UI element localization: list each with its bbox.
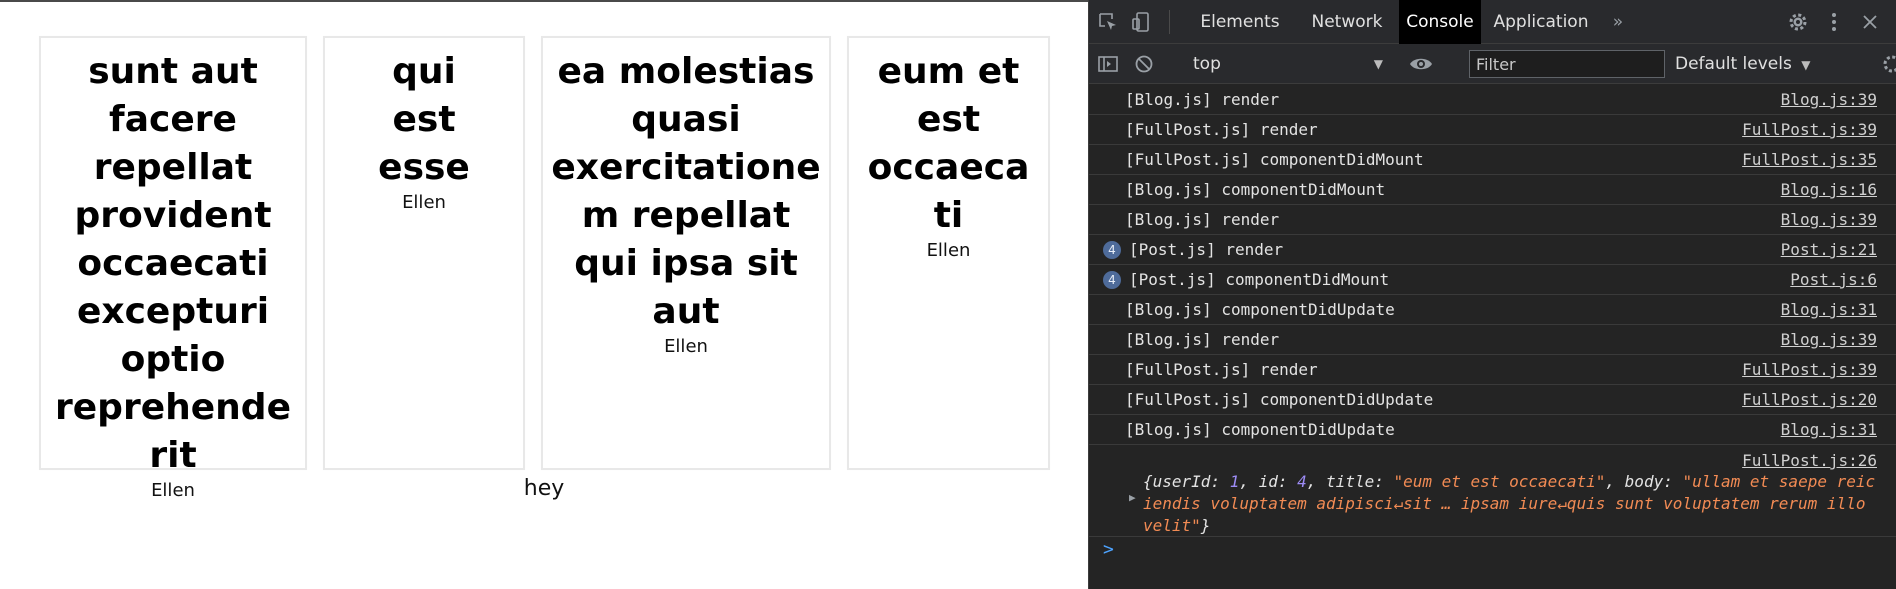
object-key: userId: [1152,472,1230,491]
console-message: 4 [Post.js] componentDidMount Post.js:6 [1089,265,1896,295]
log-text: [FullPost.js] render [1125,120,1318,139]
console-message: [FullPost.js] render FullPost.js:39 [1089,355,1896,385]
tab-elements[interactable]: Elements [1185,0,1295,44]
source-link[interactable]: Blog.js:39 [1781,205,1877,235]
settings-gear-icon[interactable] [1787,11,1809,33]
console-toolbar: top ▼ Default levels ▼ [1089,44,1896,84]
source-link[interactable]: FullPost.js:26 [1742,451,1877,470]
log-text: [FullPost.js] componentDidUpdate [1125,390,1434,409]
object-value: "eum et est occaecati" [1393,472,1606,491]
source-link[interactable]: Blog.js:39 [1781,85,1877,115]
post-author: Ellen [664,336,708,357]
post-card[interactable]: qui est esse Ellen [323,36,525,470]
console-message: [Blog.js] componentDidMount Blog.js:16 [1089,175,1896,205]
dropdown-caret-icon: ▼ [1373,57,1383,71]
devtools-panel: Elements Network Console Application » t… [1088,0,1896,589]
log-text: [Blog.js] render [1125,90,1280,109]
source-link[interactable]: FullPost.js:20 [1742,385,1877,415]
post-card[interactable]: eum et est occaecati Ellen [847,36,1050,470]
console-prompt-icon: > [1103,539,1114,560]
log-text: [Post.js] componentDidMount [1129,270,1390,289]
console-message: [Blog.js] render Blog.js:39 [1089,85,1896,115]
log-text: [FullPost.js] componentDidMount [1125,150,1424,169]
log-text: [Blog.js] render [1125,210,1280,229]
log-text: [Blog.js] componentDidUpdate [1125,420,1395,439]
console-message: [Blog.js] componentDidUpdate Blog.js:31 [1089,415,1896,445]
close-icon[interactable] [1859,11,1881,33]
tab-application[interactable]: Application [1481,0,1601,44]
log-levels-dropdown[interactable]: Default levels ▼ [1675,52,1810,76]
post-title: sunt aut facere repellat provident occae… [55,51,291,476]
dropdown-caret-icon: ▼ [1801,58,1811,72]
console-message: [FullPost.js] render FullPost.js:39 [1089,115,1896,145]
more-tabs-icon[interactable]: » [1603,0,1633,44]
console-message: [Blog.js] render Blog.js:39 [1089,325,1896,355]
console-message: [FullPost.js] componentDidUpdate FullPos… [1089,385,1896,415]
console-message: [Blog.js] render Blog.js:39 [1089,205,1896,235]
device-toolbar-icon[interactable] [1131,11,1153,33]
console-settings-gear-icon[interactable] [1879,53,1896,75]
post-author: Ellen [402,192,446,213]
log-text: [Blog.js] componentDidUpdate [1125,300,1395,319]
source-link[interactable]: Blog.js:31 [1781,295,1877,325]
log-text: [Post.js] render [1129,240,1284,259]
source-link[interactable]: Blog.js:39 [1781,325,1877,355]
tab-network[interactable]: Network [1295,0,1399,44]
show-sidebar-icon[interactable] [1097,53,1119,75]
source-link[interactable]: Post.js:21 [1781,235,1877,265]
source-link[interactable]: FullPost.js:39 [1742,355,1877,385]
object-key: , id: [1239,472,1298,491]
clear-console-icon[interactable] [1133,53,1155,75]
live-expression-eye-icon[interactable] [1409,53,1432,75]
console-output[interactable]: [Blog.js] render Blog.js:39 [FullPost.js… [1089,85,1896,589]
console-message: [Blog.js] componentDidUpdate Blog.js:31 [1089,295,1896,325]
object-value: 4 [1297,472,1307,491]
filter-input[interactable] [1469,50,1665,78]
app-page: sunt aut facere repellat provident occae… [0,0,1088,589]
repeat-count-badge: 4 [1103,271,1121,289]
context-selector-value: top [1193,54,1221,74]
object-preview[interactable]: {userId: 1, id: 4, title: "eum et est oc… [1143,471,1883,537]
devtools-tab-bar: Elements Network Console Application » [1089,0,1896,44]
source-link[interactable]: FullPost.js:39 [1742,115,1877,145]
post-title: ea molestias quasi exercitationem repell… [551,51,821,332]
console-message: [FullPost.js] componentDidMount FullPost… [1089,145,1896,175]
log-levels-label: Default levels [1675,54,1792,74]
log-text: [Blog.js] componentDidMount [1125,180,1386,199]
object-brace: } [1200,516,1211,535]
toolbar-divider [1169,10,1170,34]
post-card[interactable]: sunt aut facere repellat provident occae… [39,36,307,501]
more-options-icon[interactable] [1823,11,1845,33]
source-link[interactable]: FullPost.js:35 [1742,145,1877,175]
source-link[interactable]: Blog.js:16 [1781,175,1877,205]
object-key: , body: [1605,472,1683,491]
post-title: qui est esse [378,51,470,188]
object-value: 1 [1229,472,1240,491]
footer-text: hey [523,476,565,501]
inspect-element-icon[interactable] [1097,11,1119,33]
tab-console[interactable]: Console [1399,0,1481,44]
object-brace: { [1143,472,1153,491]
repeat-count-badge: 4 [1103,241,1121,259]
post-author: Ellen [926,240,971,261]
post-author: Ellen [151,480,195,501]
log-text: [FullPost.js] render [1125,360,1318,379]
expand-triangle-icon[interactable]: ▶ [1129,491,1136,504]
context-selector[interactable]: top ▼ [1193,52,1383,76]
console-message: 4 [Post.js] render Post.js:21 [1089,235,1896,265]
source-link[interactable]: Blog.js:31 [1781,415,1877,445]
post-title: eum et est occaecati [867,51,1030,236]
post-card[interactable]: ea molestias quasi exercitationem repell… [541,36,831,470]
console-object-message: FullPost.js:26 ▶ {userId: 1, id: 4, titl… [1089,445,1896,537]
source-link[interactable]: Post.js:6 [1790,265,1877,295]
log-text: [Blog.js] render [1125,330,1280,349]
console-input-row[interactable]: > [1089,537,1896,567]
object-key: , title: [1306,472,1394,491]
